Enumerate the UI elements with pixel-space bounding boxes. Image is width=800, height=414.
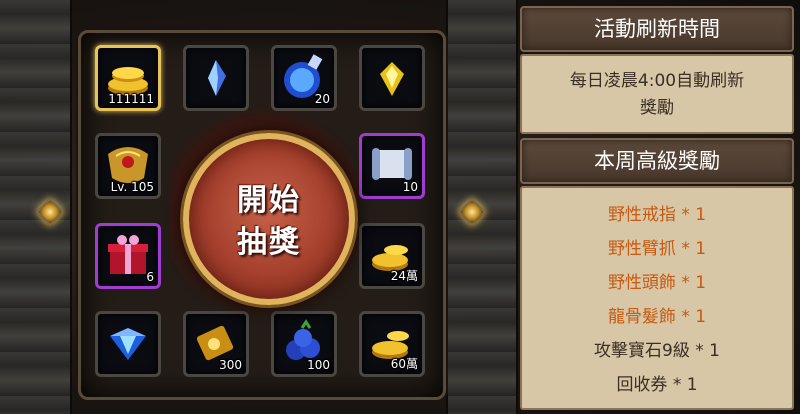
- lottery-screen: 111111 20 Lv. 105 10 6 24萬 300 100 60萬 開…: [0, 0, 800, 414]
- refresh-notice-line2: 獎勵: [640, 98, 674, 118]
- start-button-line2: 抽獎: [237, 225, 301, 260]
- reward-item: 野性頭飾 * 1: [607, 273, 707, 293]
- slot-quantity: 10: [402, 180, 418, 194]
- prize-slot-5[interactable]: Lv. 105: [95, 133, 161, 199]
- prize-slot-8[interactable]: 24萬: [359, 223, 425, 289]
- prize-slot-4[interactable]: [359, 45, 425, 111]
- start-button-line1: 開始: [237, 183, 301, 218]
- prize-slot-2[interactable]: [183, 45, 249, 111]
- prize-slot-7[interactable]: 6: [95, 223, 161, 289]
- blue-diamond-icon: [110, 328, 146, 360]
- yellow-gem-icon: [380, 62, 404, 96]
- start-lottery-button[interactable]: 開始 抽獎: [183, 133, 355, 305]
- reward-item: 回收券 * 1: [616, 375, 698, 395]
- prize-slot-10[interactable]: 300: [183, 311, 249, 377]
- slot-quantity: 100: [307, 358, 330, 372]
- refresh-time-panel: 每日凌晨4:00自動刷新 獎勵: [520, 54, 794, 134]
- slot-quantity: 20: [314, 92, 330, 106]
- refresh-notice: 每日凌晨4:00自動刷新 獎勵: [522, 68, 792, 122]
- blue-crystal-icon: [208, 60, 226, 96]
- prize-slot-11[interactable]: 100: [271, 311, 337, 377]
- reward-item: 野性臂抓 * 1: [607, 239, 707, 259]
- prize-slot-9[interactable]: [95, 311, 161, 377]
- slot-quantity: 300: [219, 358, 242, 372]
- prize-slot-1[interactable]: 111111: [95, 45, 161, 111]
- prize-board: 111111 20 Lv. 105 10 6 24萬 300 100 60萬 開…: [78, 30, 446, 400]
- reward-item: 龍骨髮飾 * 1: [607, 307, 707, 327]
- reward-item: 野性戒指 * 1: [607, 205, 707, 225]
- refresh-time-header: 活動刷新時間: [520, 6, 794, 52]
- weekly-rewards-panel: 野性戒指 * 1 野性臂抓 * 1 野性頭飾 * 1 龍骨髮飾 * 1 攻擊寶石…: [520, 186, 794, 410]
- slot-quantity: 6: [146, 270, 154, 284]
- prize-slot-3[interactable]: 20: [271, 45, 337, 111]
- slot-quantity: Lv. 105: [110, 180, 154, 194]
- prize-slot-6[interactable]: 10: [359, 133, 425, 199]
- left-ornament-pillar: [0, 0, 72, 414]
- slot-quantity: 60萬: [390, 357, 418, 371]
- slot-quantity: 111111: [108, 92, 154, 106]
- prize-slot-12[interactable]: 60萬: [359, 311, 425, 377]
- reward-item: 攻擊寶石9級 * 1: [594, 341, 720, 361]
- slot-quantity: 24萬: [390, 269, 418, 283]
- weekly-rewards-header: 本周高級獎勵: [520, 138, 794, 184]
- refresh-notice-line1: 每日凌晨4:00自動刷新: [569, 71, 745, 91]
